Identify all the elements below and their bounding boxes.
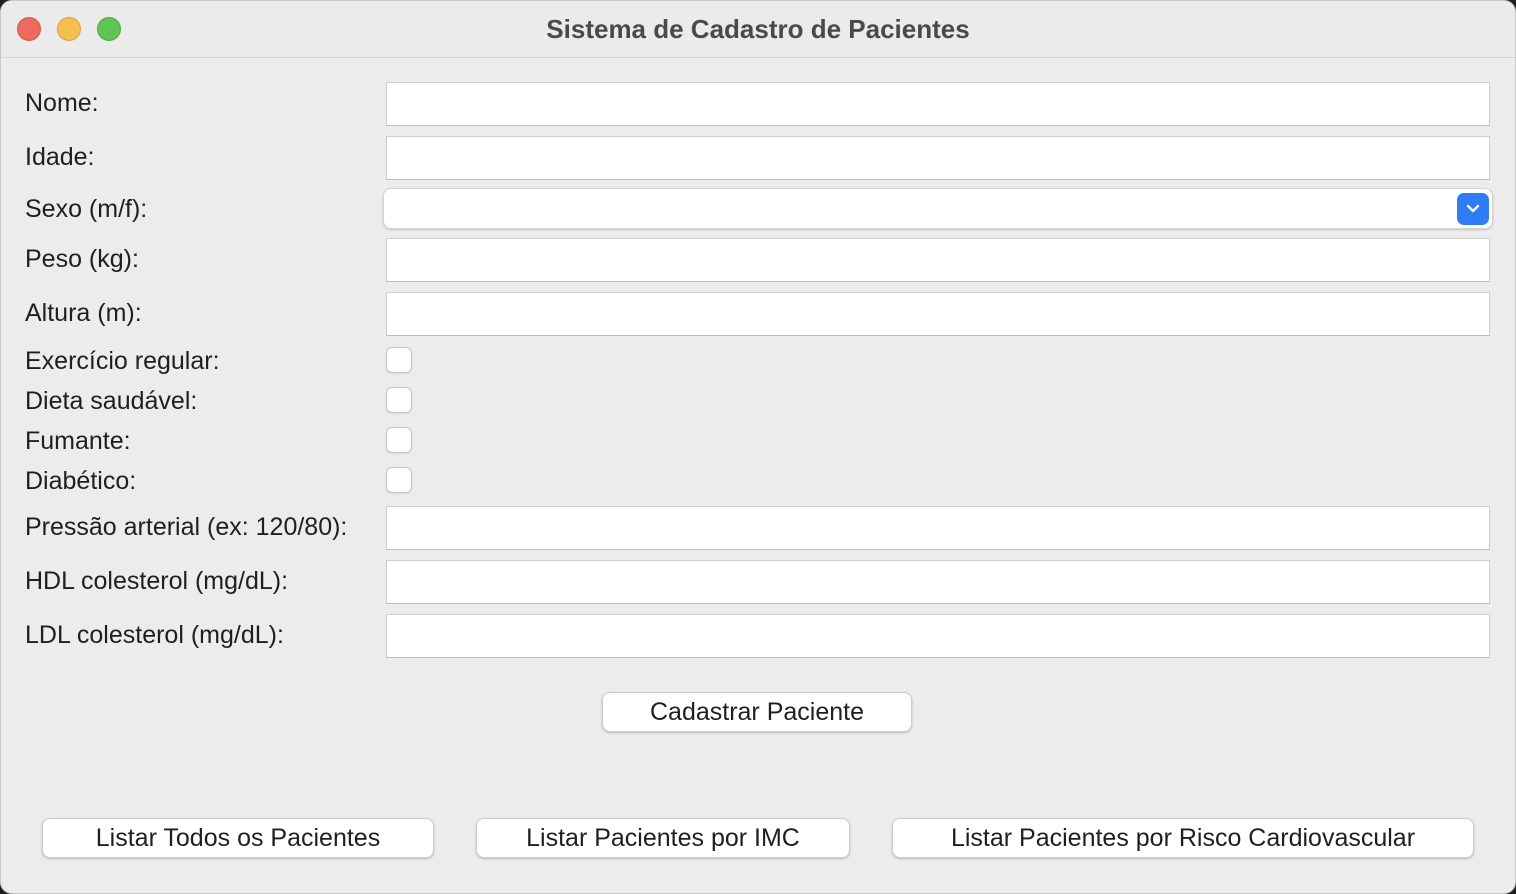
altura-field[interactable] xyxy=(386,292,1490,336)
cadastrar-paciente-button[interactable]: Cadastrar Paciente xyxy=(602,692,912,732)
select-dropdown-button[interactable] xyxy=(1457,193,1489,225)
idade-field[interactable] xyxy=(386,136,1490,180)
chevron-down-icon xyxy=(1466,204,1480,213)
listar-imc-button[interactable]: Listar Pacientes por IMC xyxy=(476,818,850,858)
nome-field[interactable] xyxy=(386,82,1490,126)
peso-field[interactable] xyxy=(386,238,1490,282)
peso-label: Peso (kg): xyxy=(25,245,139,273)
sexo-select[interactable] xyxy=(383,188,1493,229)
diabetico-label: Diabético: xyxy=(25,467,137,495)
window-title: Sistema de Cadastro de Pacientes xyxy=(546,14,970,44)
exercicio-label: Exercício regular: xyxy=(25,347,220,375)
sexo-label: Sexo (m/f): xyxy=(25,195,148,223)
dieta-checkbox[interactable] xyxy=(386,387,412,413)
diabetico-checkbox[interactable] xyxy=(386,467,412,493)
idade-label: Idade: xyxy=(25,143,95,171)
ldl-label: LDL colesterol (mg/dL): xyxy=(25,621,284,649)
pressao-label: Pressão arterial (ex: 120/80): xyxy=(25,513,348,541)
ldl-input[interactable] xyxy=(387,615,1489,657)
idade-input[interactable] xyxy=(387,137,1489,179)
listar-todos-button[interactable]: Listar Todos os Pacientes xyxy=(42,818,434,858)
ldl-field[interactable] xyxy=(386,614,1490,658)
nome-input[interactable] xyxy=(387,83,1489,125)
exercicio-checkbox[interactable] xyxy=(386,347,412,373)
altura-label: Altura (m): xyxy=(25,299,142,327)
fumante-label: Fumante: xyxy=(25,427,131,455)
hdl-input[interactable] xyxy=(387,561,1489,603)
title-bar: Sistema de Cadastro de Pacientes xyxy=(1,1,1515,58)
altura-input[interactable] xyxy=(387,293,1489,335)
dieta-label: Dieta saudável: xyxy=(25,387,198,415)
app-window: Sistema de Cadastro de Pacientes Nome: I… xyxy=(0,0,1516,894)
listar-risco-button[interactable]: Listar Pacientes por Risco Cardiovascula… xyxy=(892,818,1474,858)
peso-input[interactable] xyxy=(387,239,1489,281)
hdl-label: HDL colesterol (mg/dL): xyxy=(25,567,289,595)
hdl-field[interactable] xyxy=(386,560,1490,604)
fumante-checkbox[interactable] xyxy=(386,427,412,453)
pressao-input[interactable] xyxy=(387,507,1489,549)
pressao-field[interactable] xyxy=(386,506,1490,550)
nome-label: Nome: xyxy=(25,89,99,117)
